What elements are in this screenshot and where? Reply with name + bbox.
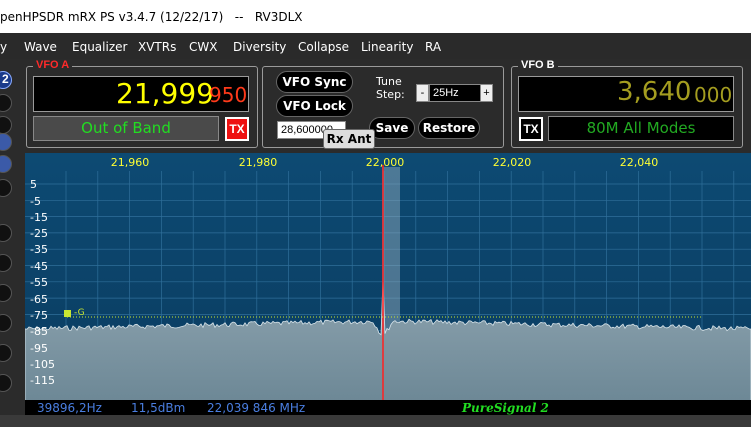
vfo-a-frequency-display[interactable]: 21,999 950 [33,76,249,112]
vfo-b-tx-button[interactable]: TX [519,117,543,141]
step-label: Step: [376,88,405,101]
step-value-select[interactable]: 25Hz [429,84,481,102]
menu-item-wave[interactable]: Wave [24,40,57,54]
window-title: penHPSDR mRX PS v3.4.7 (12/22/17) -- RV3… [0,10,303,24]
y-tick-minus35: -35 [30,243,48,256]
left-round-button-8[interactable] [0,254,12,272]
y-tick-5: 5 [30,178,37,191]
y-tick-minus55: -55 [30,276,48,289]
tune-label: Tune [376,75,402,88]
cursor-readout-bar: 39896,2Hz 11,5dBm 22,039 846 MHz PureSig… [25,400,751,415]
left-control-strip: 2 [0,59,18,427]
menu-item-equalizer[interactable]: Equalizer [72,40,127,54]
title-bar: penHPSDR mRX PS v3.4.7 (12/22/17) -- RV3… [0,0,751,33]
y-tick-minus75: -75 [30,309,48,322]
menu-item-ra[interactable]: RA [425,40,441,54]
cursor-freq-offset: 39896,2Hz [37,401,102,415]
x-tick-21960: 21,960 [111,156,150,169]
menu-item-collapse[interactable]: Collapse [298,40,349,54]
y-tick-minus65: -65 [30,293,48,306]
save-button[interactable]: Save [369,117,415,139]
puresignal-status: PureSignal 2 [462,401,549,415]
menu-item-diversity[interactable]: Diversity [233,40,286,54]
cursor-level: 11,5dBm [131,401,186,415]
vfo-b-frequency-display[interactable]: 3,640 000 [518,76,734,112]
vfo-a-tx-button[interactable]: TX [225,117,249,141]
left-round-button-12[interactable] [0,374,12,392]
rx-ant-button[interactable]: Rx Ant [323,129,375,149]
vfo-b-legend: VFO B [518,59,558,71]
left-round-button-1[interactable]: 2 [0,71,12,89]
vfo-b-freq-sub: 000 [694,83,733,107]
step-decrease-button[interactable]: - [416,84,429,102]
x-tick-21980: 21,980 [239,156,278,169]
left-round-button-3[interactable] [0,116,12,134]
y-tick-minus115: -115 [30,374,55,387]
vfo-control-group: VFO Sync VFO Lock Tune Step: - 25Hz + 28… [262,66,504,148]
y-tick-minus105: -105 [30,358,55,371]
x-tick-22000: 22,000 [366,156,405,169]
left-round-button-10[interactable] [0,314,12,332]
vfo-sync-button[interactable]: VFO Sync [276,71,353,93]
panadapter-display[interactable]: -G 21,960 21,980 22,000 22,020 22,040 5 … [25,153,751,401]
vfo-b-freq-main: 3,640 [617,77,692,107]
lower-control-strip [0,415,751,427]
restore-button[interactable]: Restore [418,117,480,139]
agc-handle[interactable] [64,310,71,317]
left-round-button-6[interactable] [0,179,12,197]
vfo-a-freq-sub: 950 [209,83,248,107]
menu-item-display-partial[interactable]: y [0,40,7,54]
vfo-b-group: VFO B 3,640 000 TX 80M All Modes [511,59,743,148]
vfo-a-freq-main: 21,999 [116,77,214,110]
vfo-b-band-status: 80M All Modes [548,116,734,141]
left-round-button-7[interactable] [0,224,12,242]
cursor-frequency: 22,039 846 MHz [207,401,306,415]
left-round-button-9[interactable] [0,284,12,302]
y-tick-minus45: -45 [30,260,48,273]
menu-bar: y Wave Equalizer XVTRs CWX Diversity Col… [0,33,751,59]
vfo-a-legend: VFO A [33,59,73,71]
close-icon[interactable] [0,133,12,151]
vfo-a-group: VFO A 21,999 950 Out of Band TX [26,59,258,148]
vfo-a-band-status: Out of Band [33,116,219,141]
y-tick-minus15: -15 [30,211,48,224]
left-round-button-5[interactable] [0,155,12,173]
y-tick-minus25: -25 [30,227,48,240]
agc-label: -G [74,308,85,318]
menu-item-cwx[interactable]: CWX [189,40,217,54]
step-increase-button[interactable]: + [480,84,493,102]
y-tick-minus85: -85 [30,325,48,338]
menu-item-xvtrs[interactable]: XVTRs [138,40,176,54]
left-badge-label: 2 [2,72,9,86]
menu-item-linearity[interactable]: Linearity [361,40,413,54]
x-tick-22040: 22,040 [620,156,659,169]
y-tick-minus5: -5 [30,195,41,208]
left-round-button-2[interactable] [0,94,12,112]
x-tick-22020: 22,020 [493,156,532,169]
y-tick-minus95: -95 [30,342,48,355]
left-round-button-11[interactable] [0,344,12,362]
vfo-lock-button[interactable]: VFO Lock [276,95,353,117]
